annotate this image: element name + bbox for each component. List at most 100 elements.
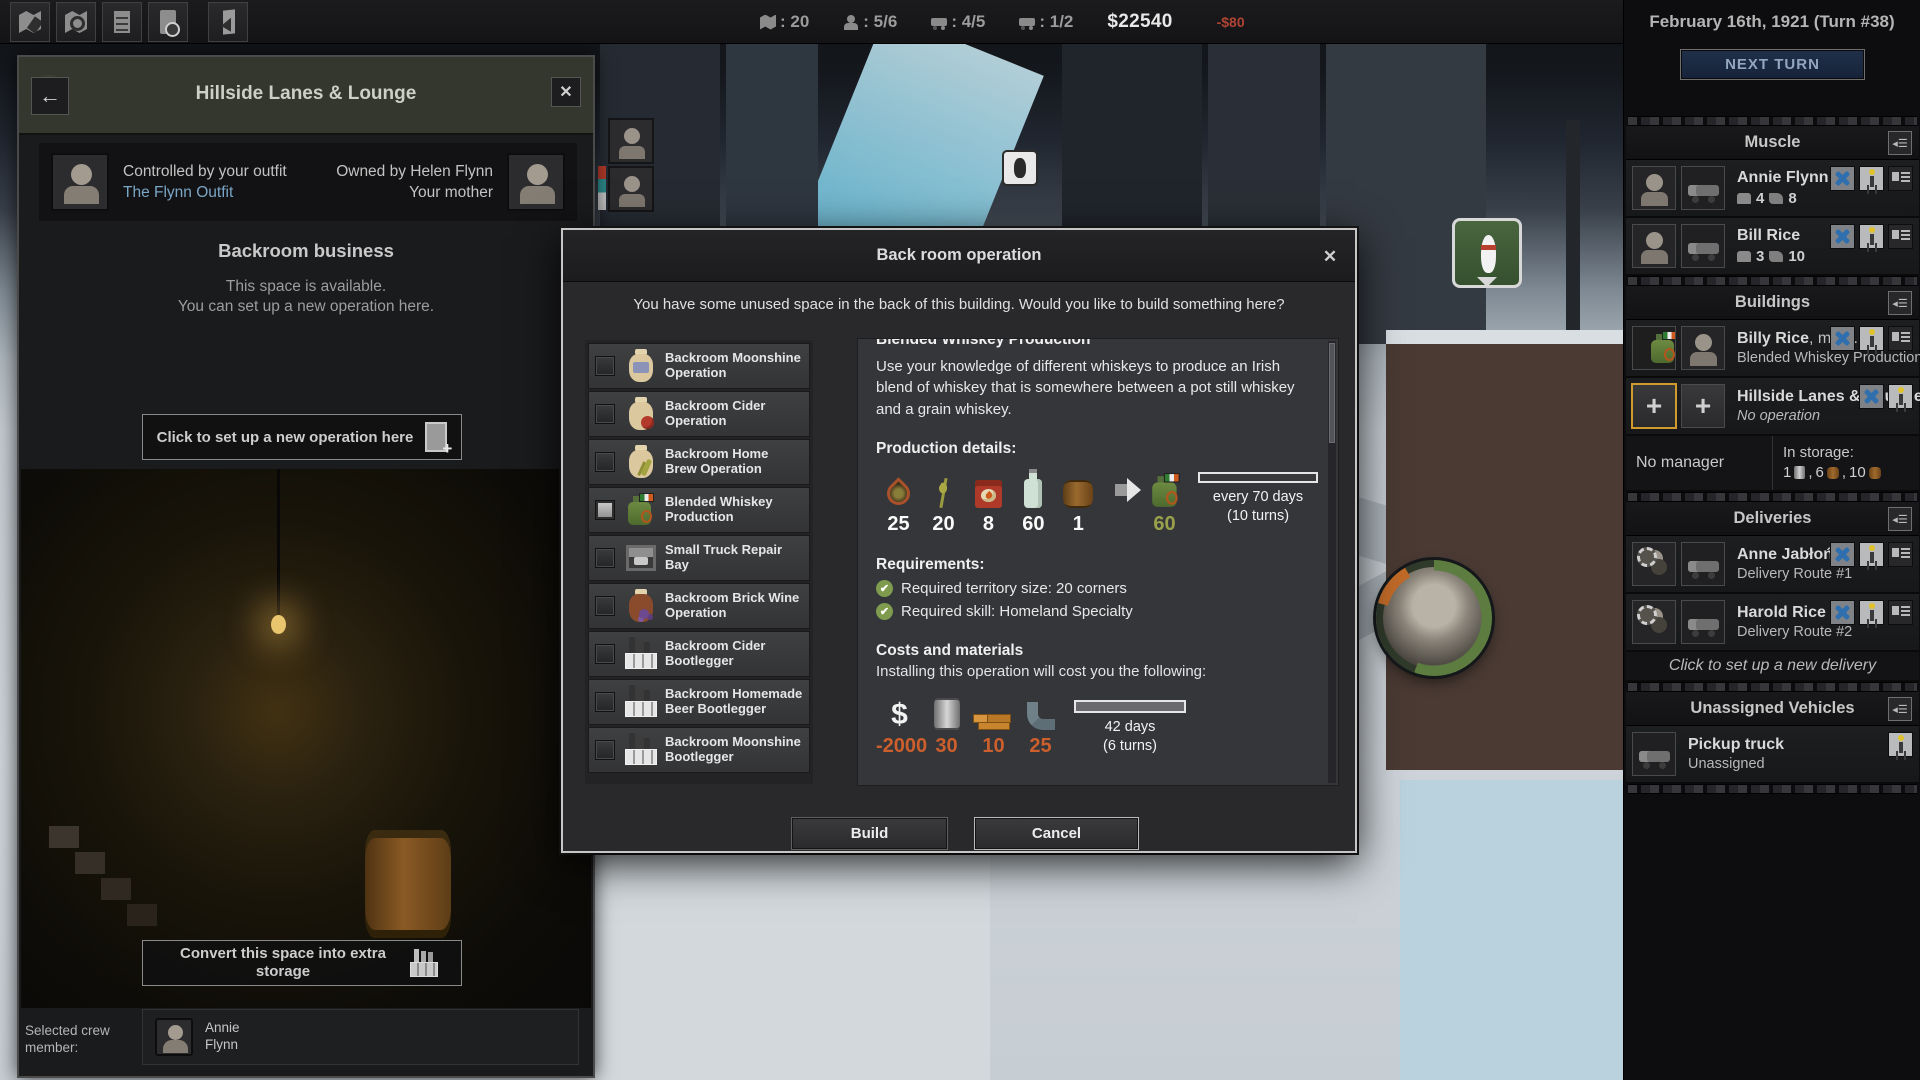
assign-crew-icon[interactable]	[1888, 384, 1913, 409]
cost-value: 30	[923, 735, 970, 758]
operation-row[interactable]: Small Truck Repair Bay	[588, 535, 810, 581]
operation-row[interactable]: Backroom Home Brew Operation	[588, 439, 810, 485]
assign-crew-icon[interactable]	[1888, 732, 1913, 757]
check-icon: ✔	[876, 580, 893, 597]
operation-label: Backroom Cider Bootlegger	[665, 639, 803, 669]
production-input: 25	[876, 470, 921, 536]
bowling-alley-marker[interactable]	[1452, 218, 1522, 288]
storage-count: 10	[1849, 464, 1866, 481]
muscle-row[interactable]: Bill Rice310	[1626, 218, 1919, 276]
map-crew-portrait[interactable]	[608, 166, 654, 212]
operation-row[interactable]: Backroom Homemade Beer Bootlegger	[588, 679, 810, 725]
locate-on-map-icon[interactable]	[1830, 166, 1855, 191]
operation-checkbox[interactable]	[595, 452, 615, 472]
backroom-operation-dialog: Back room operation ✕ You have some unus…	[561, 228, 1357, 853]
operation-checkbox[interactable]	[595, 404, 615, 424]
room-barrel	[365, 830, 451, 938]
collapse-section-icon[interactable]: ◂☰	[1888, 131, 1912, 155]
detail-scrollbar[interactable]	[1328, 341, 1336, 783]
operation-checkbox[interactable]	[595, 356, 615, 376]
profile-card-icon[interactable]	[1888, 224, 1913, 249]
next-turn-button[interactable]: NEXT TURN	[1681, 50, 1864, 79]
locate-on-map-icon[interactable]	[1859, 384, 1884, 409]
assign-crew-icon[interactable]	[1859, 600, 1884, 625]
scrollbar-thumb[interactable]	[1329, 343, 1335, 443]
profile-card-icon[interactable]	[1888, 326, 1913, 351]
building-row[interactable]: ++Hillside Lanes & LoungeNo operation	[1626, 378, 1919, 436]
operation-checkbox[interactable]	[595, 500, 615, 520]
map-notes-button[interactable]	[10, 2, 50, 42]
profile-card-icon[interactable]	[1888, 600, 1913, 625]
convert-storage-button[interactable]: Convert this space into extra storage	[142, 940, 462, 986]
cars-icon	[931, 15, 947, 30]
production-output: 60	[1141, 470, 1188, 536]
new-delivery-button[interactable]: Click to set up a new delivery	[1626, 652, 1919, 682]
row-name: Annie Flynn	[1737, 169, 1830, 187]
operation-row[interactable]: Backroom Moonshine Bootlegger	[588, 727, 810, 773]
operation-checkbox[interactable]	[595, 644, 615, 664]
operation-row[interactable]: Backroom Brick Wine Operation	[588, 583, 810, 629]
crew-value: : 5/6	[863, 12, 897, 32]
exit-button[interactable]	[208, 2, 248, 42]
trucks-icon	[1019, 15, 1035, 30]
collapse-section-icon[interactable]: ◂☰	[1888, 507, 1912, 531]
outfit-link[interactable]: The Flynn Outfit	[123, 184, 294, 202]
profile-card-icon[interactable]	[1888, 166, 1913, 191]
selected-crew-box[interactable]: Annie Flynn	[142, 1009, 579, 1065]
map-crew-portrait[interactable]	[608, 118, 654, 164]
add-operation-button[interactable]: +	[1632, 384, 1676, 428]
setup-operation-button[interactable]: Click to set up a new operation here	[142, 414, 462, 460]
assign-crew-icon[interactable]	[1859, 326, 1884, 351]
build-button[interactable]: Build	[792, 818, 947, 849]
convert-storage-label: Convert this space into extra storage	[168, 945, 398, 981]
contacts-button[interactable]	[148, 2, 188, 42]
dialog-close-button[interactable]: ✕	[1317, 244, 1343, 270]
muscle-row[interactable]: Annie Flynn48	[1626, 160, 1919, 218]
row-sub: Delivery Route #2	[1737, 624, 1830, 640]
operation-row[interactable]: Backroom Cider Bootlegger	[588, 631, 810, 677]
assign-crew-icon[interactable]	[1859, 224, 1884, 249]
cancel-button[interactable]: Cancel	[975, 818, 1138, 849]
collapse-section-icon[interactable]: ◂☰	[1888, 291, 1912, 315]
row-name: Harold Rice	[1737, 604, 1830, 622]
ledger-button[interactable]	[102, 2, 142, 42]
locate-on-map-icon[interactable]	[1830, 224, 1855, 249]
locate-on-map-icon[interactable]	[1830, 600, 1855, 625]
locate-on-map-icon[interactable]	[1830, 326, 1855, 351]
blended-whiskey-icon	[1632, 326, 1676, 370]
requirements-title: Requirements:	[876, 556, 1318, 574]
keg-icon	[1827, 467, 1839, 479]
collapse-section-icon[interactable]: ◂☰	[1888, 697, 1912, 721]
vehicle-row[interactable]: Pickup truckUnassigned	[1626, 726, 1919, 784]
character-medallion[interactable]	[1376, 560, 1492, 676]
cost-item: 25	[1017, 692, 1064, 758]
requirement-row: ✔Required territory size: 20 corners	[876, 580, 1318, 597]
chain-divider	[1628, 784, 1917, 794]
money-value: $22540	[1107, 11, 1172, 33]
assign-crew-icon[interactable]	[1859, 166, 1884, 191]
delivery-row[interactable]: Anne JabłońskiDelivery Route #1	[1626, 536, 1919, 594]
add-operation-button[interactable]: +	[1681, 384, 1725, 428]
operation-row[interactable]: Blended Whiskey Production	[588, 487, 810, 533]
crew-name: Annie Flynn	[205, 1020, 265, 1054]
profile-card-icon[interactable]	[1888, 542, 1913, 567]
garage-icon	[625, 541, 657, 575]
operation-row[interactable]: Backroom Cider Operation	[588, 391, 810, 437]
bottle-icon	[1024, 479, 1042, 508]
locate-on-map-icon[interactable]	[1830, 542, 1855, 567]
operation-row[interactable]: Backroom Moonshine Operation	[588, 343, 810, 389]
panel-close-button[interactable]: ✕	[551, 77, 581, 107]
map-search-button[interactable]	[56, 2, 96, 42]
operation-checkbox[interactable]	[595, 548, 615, 568]
map-location-marker[interactable]	[1002, 150, 1038, 186]
stat-trucks: : 1/2	[1019, 12, 1073, 32]
metal-barrel-icon	[934, 698, 960, 730]
territory-icon	[760, 15, 776, 30]
operation-checkbox[interactable]	[595, 596, 615, 616]
building-row[interactable]: Billy Rice, mngr.Blended Whiskey Product…	[1626, 320, 1919, 378]
delivery-row[interactable]: Harold Rice Delivery Route #2	[1626, 594, 1919, 652]
assign-crew-icon[interactable]	[1859, 542, 1884, 567]
operation-checkbox[interactable]	[595, 692, 615, 712]
operation-label: Backroom Homemade Beer Bootlegger	[665, 687, 803, 717]
operation-checkbox[interactable]	[595, 740, 615, 760]
